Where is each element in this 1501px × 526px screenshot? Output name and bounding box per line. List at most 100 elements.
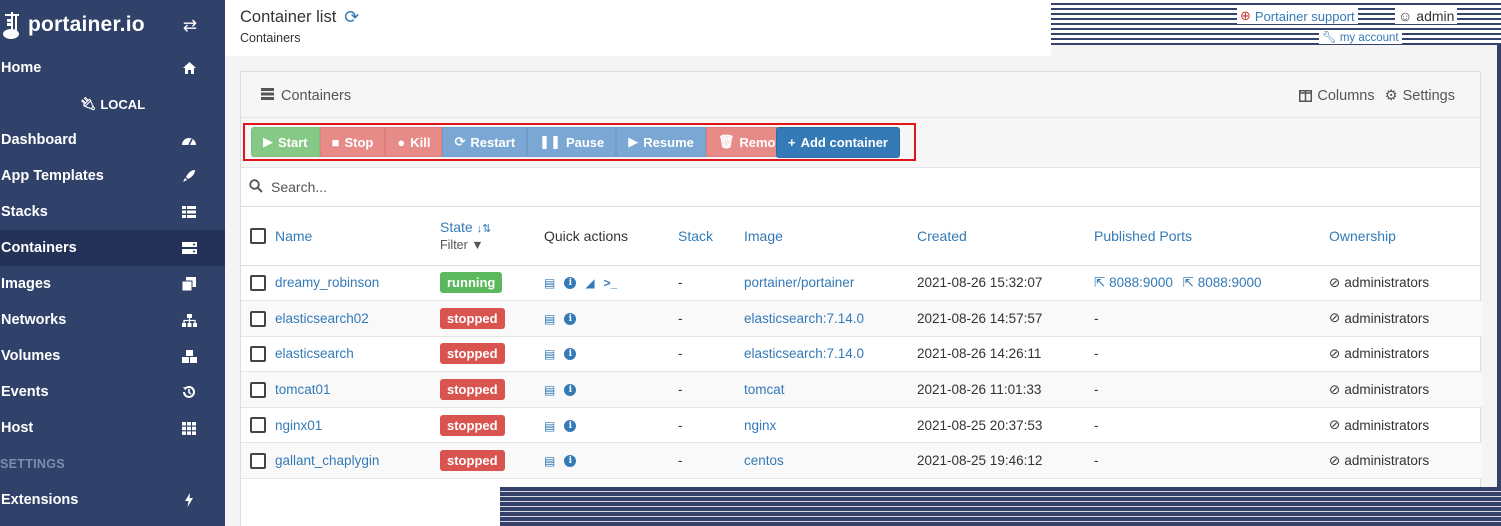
sidebar-item-host[interactable]: Host — [0, 410, 225, 446]
col-published-ports[interactable]: Published Ports — [1094, 207, 1329, 266]
created-value: 2021-08-25 20:37:53 — [917, 417, 1043, 433]
logs-icon[interactable]: ▤ — [544, 276, 555, 290]
container-name-link[interactable]: tomcat01 — [275, 382, 331, 397]
support-link[interactable]: ⊕ Portainer support — [1237, 8, 1358, 24]
info-icon[interactable]: i — [564, 384, 577, 397]
published-ports-value: - — [1094, 453, 1099, 469]
sidebar-item-events[interactable]: Events — [0, 374, 225, 410]
logs-icon[interactable]: ▤ — [544, 383, 555, 397]
logs-icon[interactable]: ▤ — [544, 312, 555, 326]
sidebar-toggle-icon[interactable]: ⇄ — [183, 16, 197, 36]
info-icon[interactable]: i — [564, 419, 577, 432]
user-icon: ☺ — [1398, 8, 1413, 24]
sidebar-item-home[interactable]: Home — [0, 50, 225, 86]
created-value: 2021-08-26 11:01:33 — [917, 382, 1042, 398]
pause-button[interactable]: ❚❚ Pause — [527, 127, 617, 157]
container-name-link[interactable]: dreamy_robinson — [275, 275, 379, 290]
row-checkbox[interactable] — [250, 346, 266, 363]
plus-icon: + — [788, 135, 796, 150]
eye-slash-icon: ⊘ — [1329, 310, 1341, 326]
logs-icon[interactable]: ▤ — [544, 454, 555, 468]
add-container-button[interactable]: + Add container — [776, 127, 900, 158]
image-link[interactable]: tomcat — [744, 382, 785, 397]
kill-button[interactable]: ● Kill — [385, 127, 443, 157]
row-checkbox[interactable] — [250, 310, 266, 327]
resume-button[interactable]: ▶ Resume — [616, 127, 706, 157]
info-icon[interactable]: i — [564, 312, 577, 325]
tachometer-icon — [181, 132, 197, 148]
image-link[interactable]: nginx — [744, 418, 776, 433]
logs-icon[interactable]: ▤ — [544, 347, 555, 361]
my-account-link[interactable]: 🔧︎ my account — [1319, 30, 1402, 44]
columns-button[interactable]: Columns — [1299, 88, 1375, 104]
state-filter[interactable]: Filter ▼ — [440, 238, 544, 252]
settings-button[interactable]: ⚙ Settings — [1385, 88, 1455, 104]
bolt-icon — [181, 492, 197, 508]
published-port-link[interactable]: ⇱ 8088:9000 — [1094, 275, 1173, 290]
col-ownership-label: Ownership — [1329, 227, 1396, 244]
sidebar-item-app-templates[interactable]: App Templates — [0, 158, 225, 194]
table-row: tomcat01 stopped ▤ i - tomcat 2021-08-26… — [241, 371, 1482, 408]
search-input[interactable] — [271, 176, 771, 198]
row-checkbox[interactable] — [250, 417, 266, 434]
status-badge: running — [440, 272, 503, 294]
row-select-cell — [241, 371, 275, 408]
info-icon[interactable]: i — [564, 277, 577, 290]
start-button[interactable]: ▶ Start — [251, 127, 320, 157]
table-row: elasticsearch stopped ▤ i - elasticsearc… — [241, 336, 1482, 373]
container-name-link[interactable]: gallant_chaplygin — [275, 453, 379, 468]
sidebar-item-dashboard[interactable]: Dashboard — [0, 122, 225, 158]
table-row: dreamy_robinson running ▤ i ◢ >_ - porta… — [241, 265, 1482, 302]
ownership-value: ⊘ administrators — [1329, 417, 1429, 433]
sidebar-item-images[interactable]: Images — [0, 266, 225, 302]
created-value: 2021-08-26 15:32:07 — [917, 275, 1043, 291]
published-port-link[interactable]: ⇱ 8088:9000 — [1183, 275, 1262, 290]
ownership-text: administrators — [1344, 417, 1430, 433]
ownership-text: administrators — [1344, 453, 1430, 469]
brand[interactable]: portainer.io ⇄ — [0, 0, 225, 50]
col-ownership[interactable]: Ownership — [1329, 207, 1482, 266]
sidebar-item-networks[interactable]: Networks — [0, 302, 225, 338]
container-name-link[interactable]: nginx01 — [275, 418, 322, 433]
info-icon[interactable]: i — [564, 455, 577, 468]
columns-icon — [1299, 90, 1313, 102]
restart-button[interactable]: ⟳ Restart — [442, 127, 528, 157]
col-name[interactable]: Name — [275, 207, 440, 266]
panel-header: Containers Columns ⚙ Settings — [241, 72, 1480, 118]
console-icon[interactable]: >_ — [604, 276, 618, 290]
published-ports-value: - — [1094, 346, 1099, 362]
rocket-icon — [181, 168, 197, 184]
col-state[interactable]: State ↓⇅ Filter ▼ — [440, 207, 544, 266]
select-all-checkbox[interactable] — [250, 228, 266, 245]
sidebar-item-extensions[interactable]: Extensions — [0, 482, 225, 518]
image-link[interactable]: elasticsearch:7.14.0 — [744, 346, 864, 361]
user-menu[interactable]: ☺ admin — [1395, 8, 1458, 24]
container-name-link[interactable]: elasticsearch02 — [275, 311, 369, 326]
refresh-icon[interactable]: ⟳ — [344, 7, 359, 28]
sidebar-item-volumes[interactable]: Volumes — [0, 338, 225, 374]
logs-icon[interactable]: ▤ — [544, 419, 555, 433]
row-select-cell — [241, 442, 275, 480]
container-name-link[interactable]: elasticsearch — [275, 346, 354, 361]
col-created[interactable]: Created — [917, 207, 1094, 266]
row-checkbox[interactable] — [250, 452, 266, 469]
image-link[interactable]: centos — [744, 453, 784, 468]
my-account-text: my account — [1339, 32, 1399, 44]
col-image[interactable]: Image — [744, 207, 917, 266]
image-link[interactable]: portainer/portainer — [744, 275, 854, 290]
row-checkbox[interactable] — [250, 275, 266, 292]
eye-slash-icon: ⊘ — [1329, 274, 1341, 290]
play-icon: ▶ — [263, 134, 273, 149]
stop-button[interactable]: ■ Stop — [319, 127, 386, 157]
sidebar-item-containers[interactable]: Containers — [0, 230, 225, 266]
sidebar-item-stacks[interactable]: Stacks — [0, 194, 225, 230]
info-icon[interactable]: i — [564, 348, 577, 361]
stack-value: - — [678, 453, 683, 469]
eye-slash-icon: ⊘ — [1329, 381, 1341, 397]
th-list-icon — [181, 204, 197, 220]
endpoint-label: 🔌︎ LOCAL — [0, 86, 225, 122]
row-checkbox[interactable] — [250, 381, 266, 398]
image-link[interactable]: elasticsearch:7.14.0 — [744, 311, 864, 326]
stats-chart-icon[interactable]: ◢ — [585, 276, 594, 290]
col-stack[interactable]: Stack — [678, 207, 744, 266]
